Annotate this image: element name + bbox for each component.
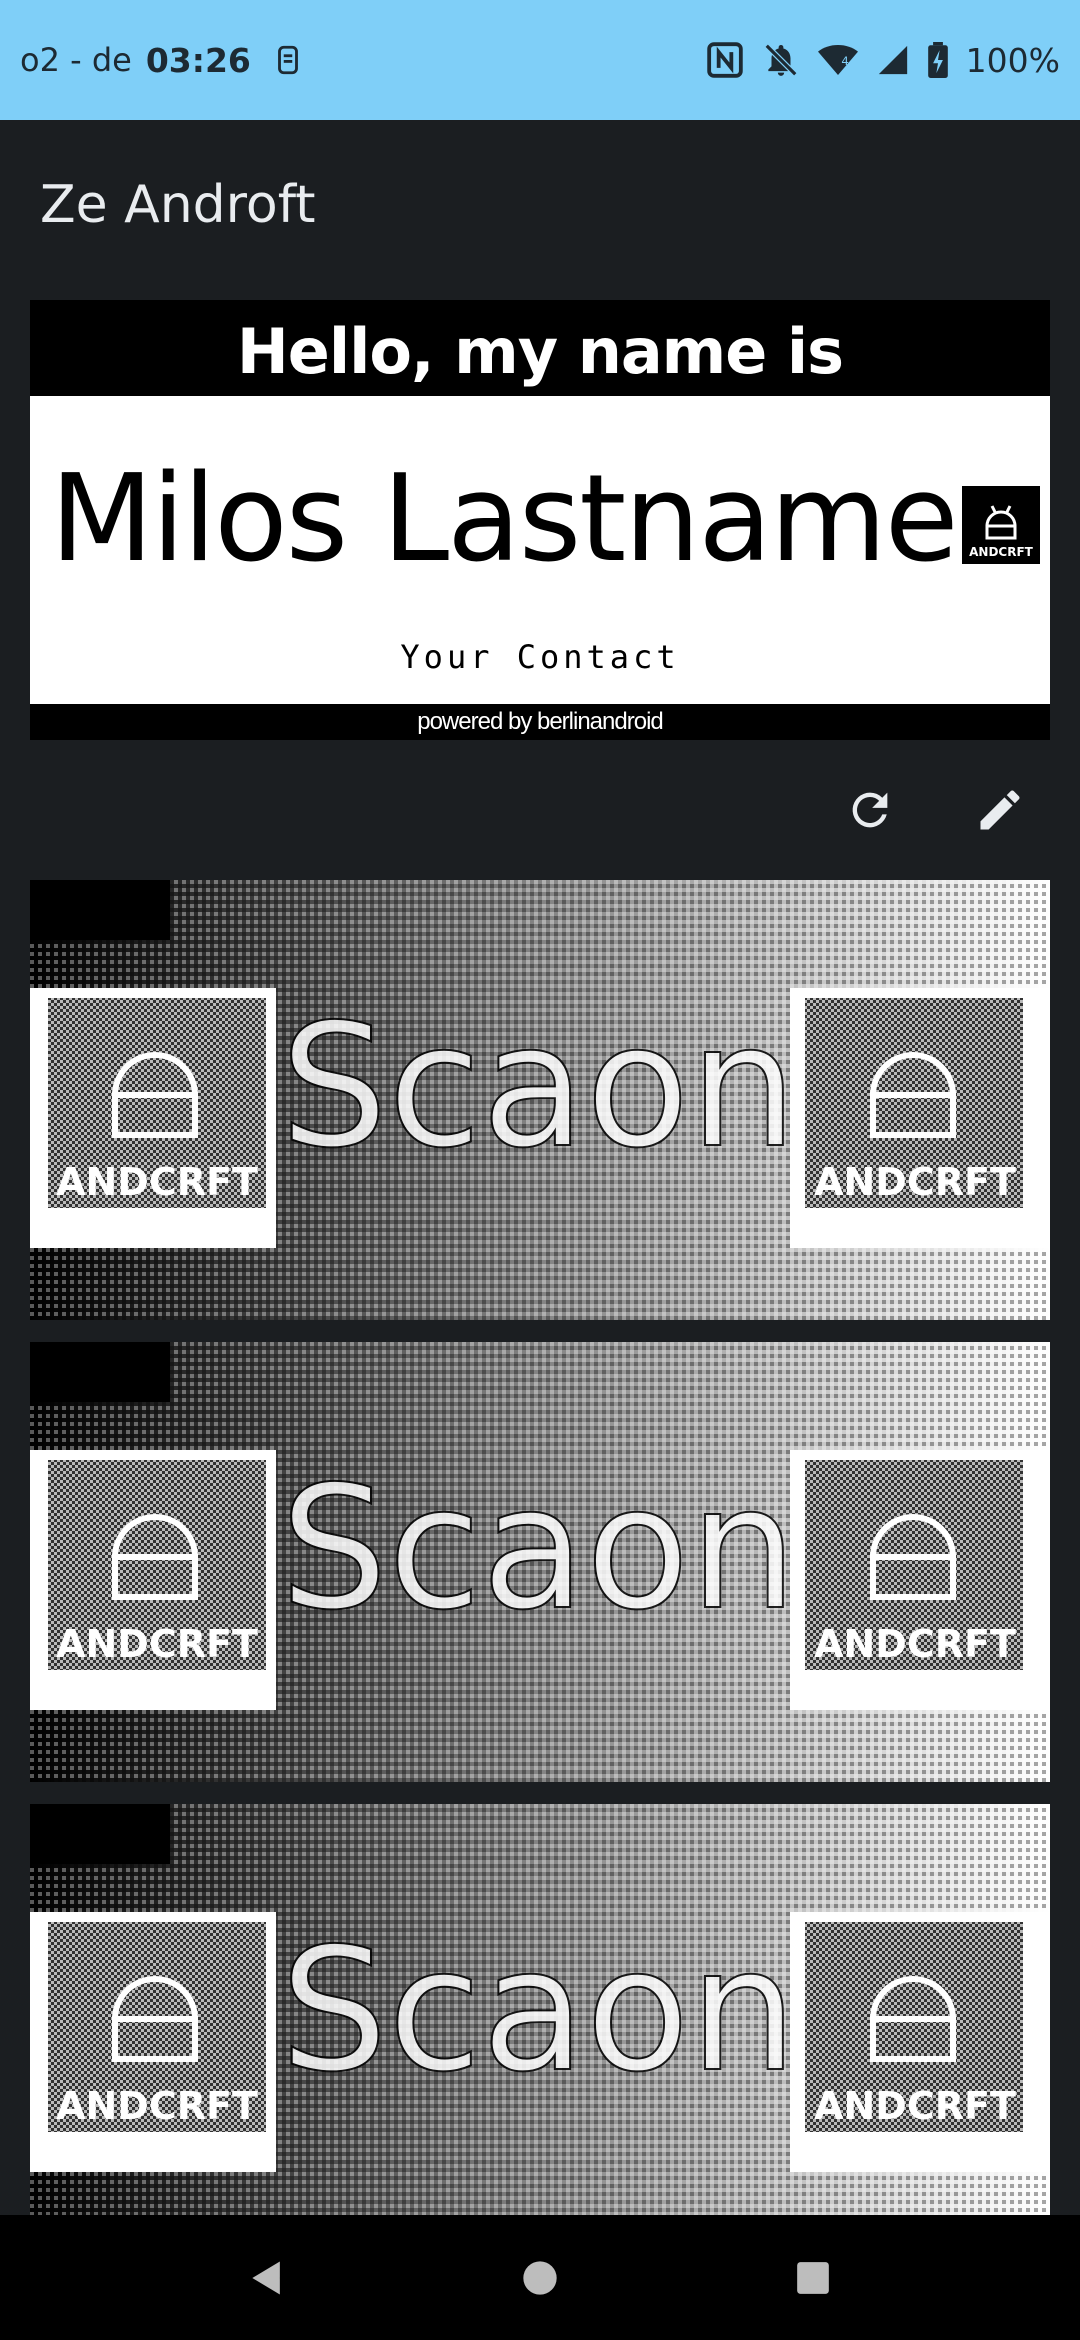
badge-footer: powered by berlinandroid [30, 704, 1050, 740]
edit-icon [980, 790, 1020, 830]
status-bar: o2 - de 03:26 4 100% [0, 0, 1080, 120]
card-logo-text: ANDCRFT [814, 2084, 1016, 2128]
badge-name: Milos Lastname [50, 450, 959, 589]
list-item[interactable]: ANDCRFT ANDCRFT Scaon [30, 1804, 1050, 2215]
back-button[interactable] [222, 2233, 312, 2323]
refresh-icon [852, 792, 888, 828]
action-row [830, 770, 1040, 850]
app-title: Ze Androft [40, 175, 316, 235]
badge-logo-text: ANDCRFT [969, 545, 1034, 559]
card-logo-text: ANDCRFT [814, 1622, 1016, 1666]
list-item[interactable]: ANDCRFT ANDCRFT Scaon [30, 880, 1050, 1320]
badge-header: Hello, my name is [30, 300, 1050, 396]
card-logo-text: ANDCRFT [56, 2084, 258, 2128]
home-button[interactable] [495, 2233, 585, 2323]
nfc-icon [706, 41, 744, 79]
image-list[interactable]: ANDCRFT ANDCRFT Scaon ANDCRFT ANDCRFT Sc… [30, 880, 1050, 2215]
recents-button[interactable] [768, 2233, 858, 2323]
signal-icon [876, 43, 910, 77]
androft-logo-icon: ANDCRFT [962, 486, 1040, 564]
mute-icon [762, 41, 800, 79]
name-badge-preview[interactable]: Hello, my name is Milos Lastname ANDCRFT… [30, 300, 1050, 740]
app-bar: Ze Androft [0, 120, 1080, 290]
vpn-icon [271, 43, 305, 77]
card-logo-text: ANDCRFT [814, 1160, 1016, 1204]
card-logo-text: ANDCRFT [56, 1160, 258, 1204]
status-icons: 4 100% [706, 41, 1060, 80]
svg-text:4: 4 [841, 54, 848, 68]
recents-icon [797, 2261, 830, 2294]
navigation-bar [0, 2215, 1080, 2340]
wifi-icon: 4 [817, 42, 858, 78]
list-item[interactable]: ANDCRFT ANDCRFT Scaon [30, 1342, 1050, 1782]
edit-button[interactable] [960, 770, 1040, 850]
card-text: Scaon [280, 1912, 797, 2110]
carrier-label: o2 - de [20, 41, 132, 79]
clock: 03:26 [145, 40, 251, 80]
card-logo-text: ANDCRFT [56, 1622, 258, 1666]
home-icon [523, 2260, 557, 2295]
badge-contact: Your Contact [400, 638, 680, 676]
battery-icon [927, 42, 948, 78]
back-icon [251, 2261, 280, 2294]
card-text: Scaon [280, 988, 797, 1186]
refresh-button[interactable] [830, 770, 910, 850]
battery-percent: 100% [965, 40, 1060, 80]
card-text: Scaon [280, 1450, 797, 1648]
